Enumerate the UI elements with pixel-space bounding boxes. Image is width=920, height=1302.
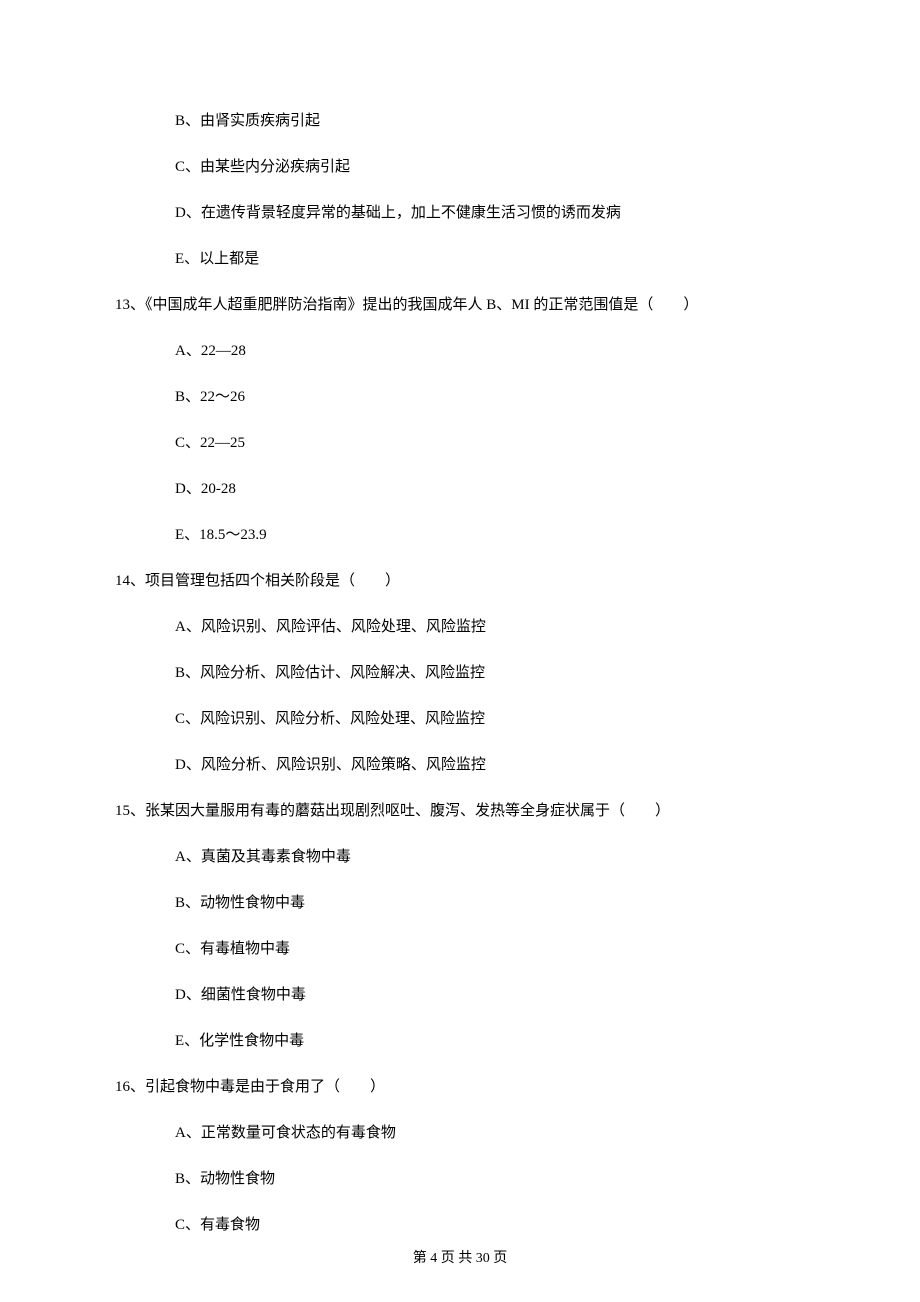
question-stem: 16、引起食物中毒是由于食用了（ ） bbox=[115, 1077, 805, 1098]
option-text: B、22～26 bbox=[115, 387, 805, 408]
option-text: D、细菌性食物中毒 bbox=[115, 985, 805, 1006]
option-text: B、动物性食物中毒 bbox=[115, 893, 805, 914]
option-text: E、以上都是 bbox=[115, 249, 805, 270]
option-text: D、在遗传背景轻度异常的基础上，加上不健康生活习惯的诱而发病 bbox=[115, 203, 805, 224]
option-text: A、22—28 bbox=[115, 341, 805, 362]
option-text: A、风险识别、风险评估、风险处理、风险监控 bbox=[115, 617, 805, 638]
option-text: A、正常数量可食状态的有毒食物 bbox=[115, 1123, 805, 1144]
option-text: C、22—25 bbox=[115, 433, 805, 454]
option-text: C、有毒植物中毒 bbox=[115, 939, 805, 960]
option-text: E、18.5～23.9 bbox=[115, 525, 805, 546]
option-text: B、风险分析、风险估计、风险解决、风险监控 bbox=[115, 663, 805, 684]
option-text: E、化学性食物中毒 bbox=[115, 1031, 805, 1052]
option-text: A、真菌及其毒素食物中毒 bbox=[115, 847, 805, 868]
question-stem: 14、项目管理包括四个相关阶段是（ ） bbox=[115, 571, 805, 592]
question-stem: 15、张某因大量服用有毒的蘑菇出现剧烈呕吐、腹泻、发热等全身症状属于（ ） bbox=[115, 801, 805, 822]
option-text: C、有毒食物 bbox=[115, 1215, 805, 1236]
page-footer: 第 4 页 共 30 页 bbox=[0, 1247, 920, 1267]
option-text: C、由某些内分泌疾病引起 bbox=[115, 157, 805, 178]
option-text: D、20-28 bbox=[115, 479, 805, 500]
question-stem: 13、《中国成年人超重肥胖防治指南》提出的我国成年人 B、MI 的正常范围值是（… bbox=[115, 295, 805, 316]
option-text: C、风险识别、风险分析、风险处理、风险监控 bbox=[115, 709, 805, 730]
option-text: B、动物性食物 bbox=[115, 1169, 805, 1190]
option-text: D、风险分析、风险识别、风险策略、风险监控 bbox=[115, 755, 805, 776]
option-text: B、由肾实质疾病引起 bbox=[115, 111, 805, 132]
